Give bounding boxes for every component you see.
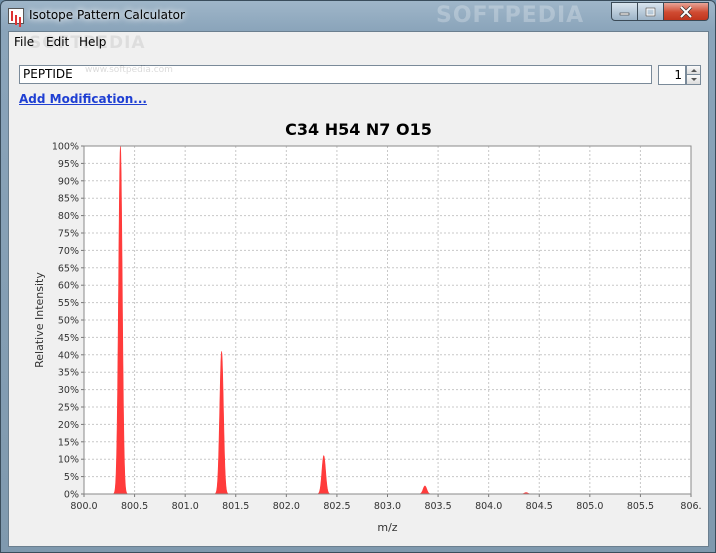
x-tick-label: 806. [680,501,701,512]
y-tick-label: 55% [58,298,79,309]
add-modification-link[interactable]: Add Modification... [19,92,147,106]
spinner-up-button[interactable] [686,65,701,75]
x-tick-label: 805.0 [576,501,603,512]
app-window: Isotope Pattern Calculator SOFTPEDIA SOF… [0,0,716,553]
x-axis-label: m/z [377,521,397,534]
menu-file[interactable]: File [14,35,34,49]
y-tick-label: 100% [52,142,79,153]
y-tick-label: 90% [58,176,79,187]
histogram-icon[interactable] [8,8,24,24]
menu-edit[interactable]: Edit [46,35,69,49]
y-tick-label: 35% [58,368,79,379]
y-tick-label: 30% [58,385,79,396]
minimize-button[interactable] [611,2,638,21]
x-tick-label: 800.5 [121,501,148,512]
x-tick-label: 805.5 [627,501,654,512]
y-tick-label: 5% [64,472,79,483]
y-tick-label: 85% [58,194,79,205]
y-tick-label: 45% [58,333,79,344]
maximize-button[interactable] [638,2,664,21]
y-axis-label: Relative Intensity [33,272,46,368]
x-tick-label: 803.0 [374,501,401,512]
title-watermark: SOFTPEDIA [436,3,585,28]
charge-field[interactable]: 1 [658,65,686,85]
y-tick-label: 60% [58,281,79,292]
x-tick-label: 804.5 [526,501,553,512]
window-title: Isotope Pattern Calculator [29,8,185,22]
menu-bar: SOFTPEDIA File Edit Help [9,32,708,53]
close-button[interactable] [664,2,709,21]
spinner-down-button[interactable] [686,75,701,85]
y-tick-label: 15% [58,437,79,448]
y-tick-label: 10% [58,455,79,466]
x-tick-label: 801.0 [172,501,199,512]
maximize-icon [645,7,656,16]
title-bar[interactable]: Isotope Pattern Calculator SOFTPEDIA [1,1,715,31]
y-tick-label: 70% [58,246,79,257]
client-area: SOFTPEDIA File Edit Help PEPTIDE www.sof… [8,31,709,547]
x-tick-label: 800.0 [70,501,97,512]
y-tick-label: 80% [58,211,79,222]
y-tick-label: 25% [58,403,79,414]
minimize-icon [619,12,630,16]
y-tick-label: 40% [58,350,79,361]
y-tick-label: 0% [64,490,79,501]
x-tick-label: 802.5 [323,501,350,512]
y-tick-label: 50% [58,316,79,327]
x-tick-label: 803.5 [424,501,451,512]
y-tick-label: 20% [58,420,79,431]
y-tick-label: 65% [58,263,79,274]
x-tick-label: 804.0 [475,501,502,512]
input-watermark: www.softpedia.com [85,65,173,75]
x-tick-label: 802.0 [273,501,300,512]
y-tick-label: 75% [58,229,79,240]
charge-spinner: 1 [658,65,701,85]
x-tick-label: 801.5 [222,501,249,512]
menu-help[interactable]: Help [79,35,106,49]
isotope-chart: 0% 5% 10% 15% 20% 25% 30% 35% 40% 45% 50% 55% 60% 65%… [33,142,702,535]
caption-buttons [611,2,709,21]
close-icon [679,5,693,18]
y-tick-label: 95% [58,159,79,170]
